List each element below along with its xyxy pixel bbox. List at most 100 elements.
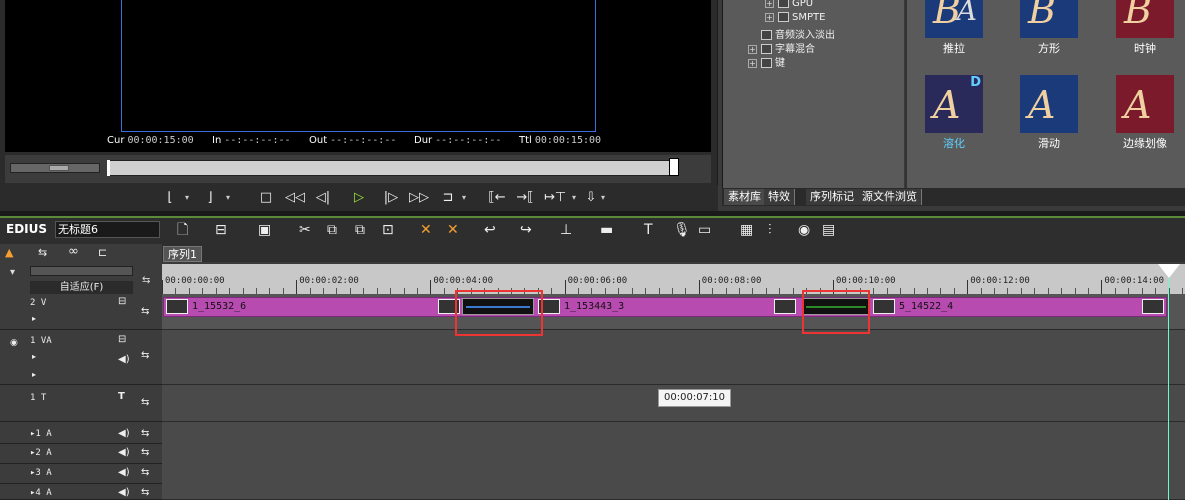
delete-icon[interactable]: ✕ [420,220,432,240]
tree-item-gpu[interactable]: + GPU [765,0,813,12]
expand-icon[interactable]: + [765,0,774,8]
clip-label[interactable]: 1_153443_3 [564,301,624,312]
copy-icon[interactable]: ⧉ [327,220,337,240]
speaker-icon[interactable]: ◀) [118,467,130,478]
new-sequence-icon[interactable]: 🗋 [177,220,188,240]
layout-icon[interactable]: ▤ [822,220,835,240]
fx-edge-wipe[interactable]: A 边缘划像 [1116,75,1176,151]
scrubber-playhead[interactable] [669,158,679,176]
sync-icon[interactable]: ⇆ [38,246,47,259]
track-header-2v[interactable]: 2 V ⊟ ⇆ ▸ [0,294,162,330]
track-header-4a[interactable]: ▸4 A ◀) ⇆ [0,484,162,500]
dropdown-icon[interactable]: ▾ [460,188,468,208]
set-in-icon[interactable]: ⌊ [163,188,177,208]
snap-icon[interactable]: ⊏ [98,246,107,259]
track-header-1va[interactable]: ◉ 1 VA ⊟ ◀) ⇆ ▸ ▸ [0,330,162,385]
track-header-1a[interactable]: ▸1 A ◀) ⇆ [0,425,162,444]
ripple-delete-icon[interactable]: ✕ [447,220,459,240]
expand-arrow-icon[interactable]: ▸ [32,370,36,379]
tree-item-key[interactable]: + 键 [748,54,785,69]
tab-sequence-markers[interactable]: 序列标记 [806,189,859,205]
overwrite-icon[interactable]: →⟦ [514,188,536,208]
dropdown-icon[interactable]: ▾ [570,188,578,208]
track-header-1t[interactable]: 1 T T ⇆ [0,385,162,422]
track-toggle-icon[interactable]: ⇆ [141,350,149,361]
save-icon[interactable]: ▣ [258,220,271,240]
fast-forward-icon[interactable]: ▷▷ [408,188,430,208]
expand-arrow-icon[interactable]: ▸ [32,352,36,361]
fx-push[interactable]: B A 推拉 [925,0,985,56]
tab-source-browser[interactable]: 源文件浏览 [858,189,922,205]
track-toggle-icon[interactable]: ⇆ [141,467,149,478]
redo-icon[interactable]: ↪ [520,220,532,240]
expand-icon[interactable]: + [748,58,757,68]
clip-label[interactable]: 1_15532_6 [192,301,246,312]
shuttle-slider[interactable] [10,163,100,173]
replace-icon[interactable]: ⊡ [382,220,394,240]
tree-item-audio-fade[interactable]: 音频淡入淡出 [761,26,835,41]
dropdown-icon[interactable]: ▾ [224,188,232,208]
video-icon[interactable]: ⊟ [118,334,126,345]
split-icon[interactable]: ⊥ [560,220,572,240]
track-header-2a[interactable]: ▸2 A ◀) ⇆ [0,444,162,464]
title-icon[interactable]: T [644,220,653,240]
link-icon[interactable]: ∞ [68,244,79,259]
playhead-handle[interactable] [1158,264,1180,278]
shuttle-thumb[interactable] [49,165,69,171]
tab-bin[interactable]: 素材库 [724,189,766,205]
track-toggle-icon[interactable]: ⇆ [141,447,149,458]
previous-frame-icon[interactable]: ◁| [314,188,332,208]
cut-icon[interactable]: ✂ [299,220,311,240]
mixer-icon[interactable]: ⫶ [768,220,772,240]
color-icon[interactable]: ◉ [798,220,810,240]
position-scrubber[interactable] [107,160,679,176]
title-track-icon[interactable]: T [118,391,125,402]
dropdown-icon[interactable]: ▾ [599,188,607,208]
speaker-icon[interactable]: ◀) [118,487,130,498]
speaker-icon[interactable]: ◀) [118,447,130,458]
expand-arrow-icon[interactable]: ▸ [32,314,36,323]
video-icon[interactable]: ⊟ [118,296,126,307]
mic-icon[interactable]: 🎙 [673,220,691,240]
insert-icon[interactable]: ⟦← [486,188,508,208]
fx-dissolve[interactable]: A D 溶化 [925,75,985,151]
open-icon[interactable]: ⊟ [215,220,227,240]
paste-icon[interactable]: ⧉ [355,220,365,240]
fx-slide[interactable]: A 滑动 [1020,75,1080,151]
project-name-field[interactable]: 无标题6 [55,221,160,238]
stop-icon[interactable]: □ [258,188,274,208]
rewind-icon[interactable]: ◁◁ [284,188,306,208]
export-icon[interactable]: ⇩ [584,188,598,208]
track-header-3a[interactable]: ▸3 A ◀) ⇆ [0,464,162,484]
expand-tracks-icon[interactable]: ⇆ [142,275,150,286]
mark-icon[interactable]: ↦⊤ [544,188,566,208]
undo-icon[interactable]: ↩ [484,220,496,240]
speaker-icon[interactable]: ◀) [118,428,130,439]
marker-icon[interactable]: ▬ [600,220,613,240]
track-toggle-icon[interactable]: ⇆ [141,428,149,439]
expand-icon[interactable]: + [765,12,774,22]
render-icon[interactable]: ▭ [698,220,711,240]
link-toggle-icon[interactable]: ◉ [10,338,18,348]
clip-label[interactable]: 5_14522_4 [899,301,953,312]
tree-item-title-mix[interactable]: + 字幕混合 [748,40,815,55]
track-toggle-icon[interactable]: ⇆ [141,487,149,498]
insert-mode-icon[interactable]: ▲ [5,246,13,259]
track-toggle-icon[interactable]: ⇆ [141,306,149,317]
speaker-icon[interactable]: ◀) [118,354,130,365]
play-icon[interactable]: ▷ [350,188,368,208]
loop-icon[interactable]: ⊐ [440,188,456,208]
fx-clock[interactable]: B 时钟 [1116,0,1176,56]
track-toggle-icon[interactable]: ⇆ [141,397,149,408]
expand-icon[interactable]: + [748,44,757,54]
next-frame-icon[interactable]: |▷ [382,188,400,208]
video-clip-row[interactable] [163,297,1167,317]
zoom-slider[interactable] [30,266,133,276]
tab-effects[interactable]: 特效 [764,189,795,205]
tree-item-smpte[interactable]: + SMPTE [765,12,825,26]
zoom-fit-select[interactable]: 自适应(F) [30,281,133,294]
grid-icon[interactable]: ▦ [740,220,753,240]
fx-box[interactable]: B 方形 [1020,0,1080,56]
set-out-icon[interactable]: ⌋ [203,188,217,208]
dropdown-icon[interactable]: ▾ [183,188,191,208]
